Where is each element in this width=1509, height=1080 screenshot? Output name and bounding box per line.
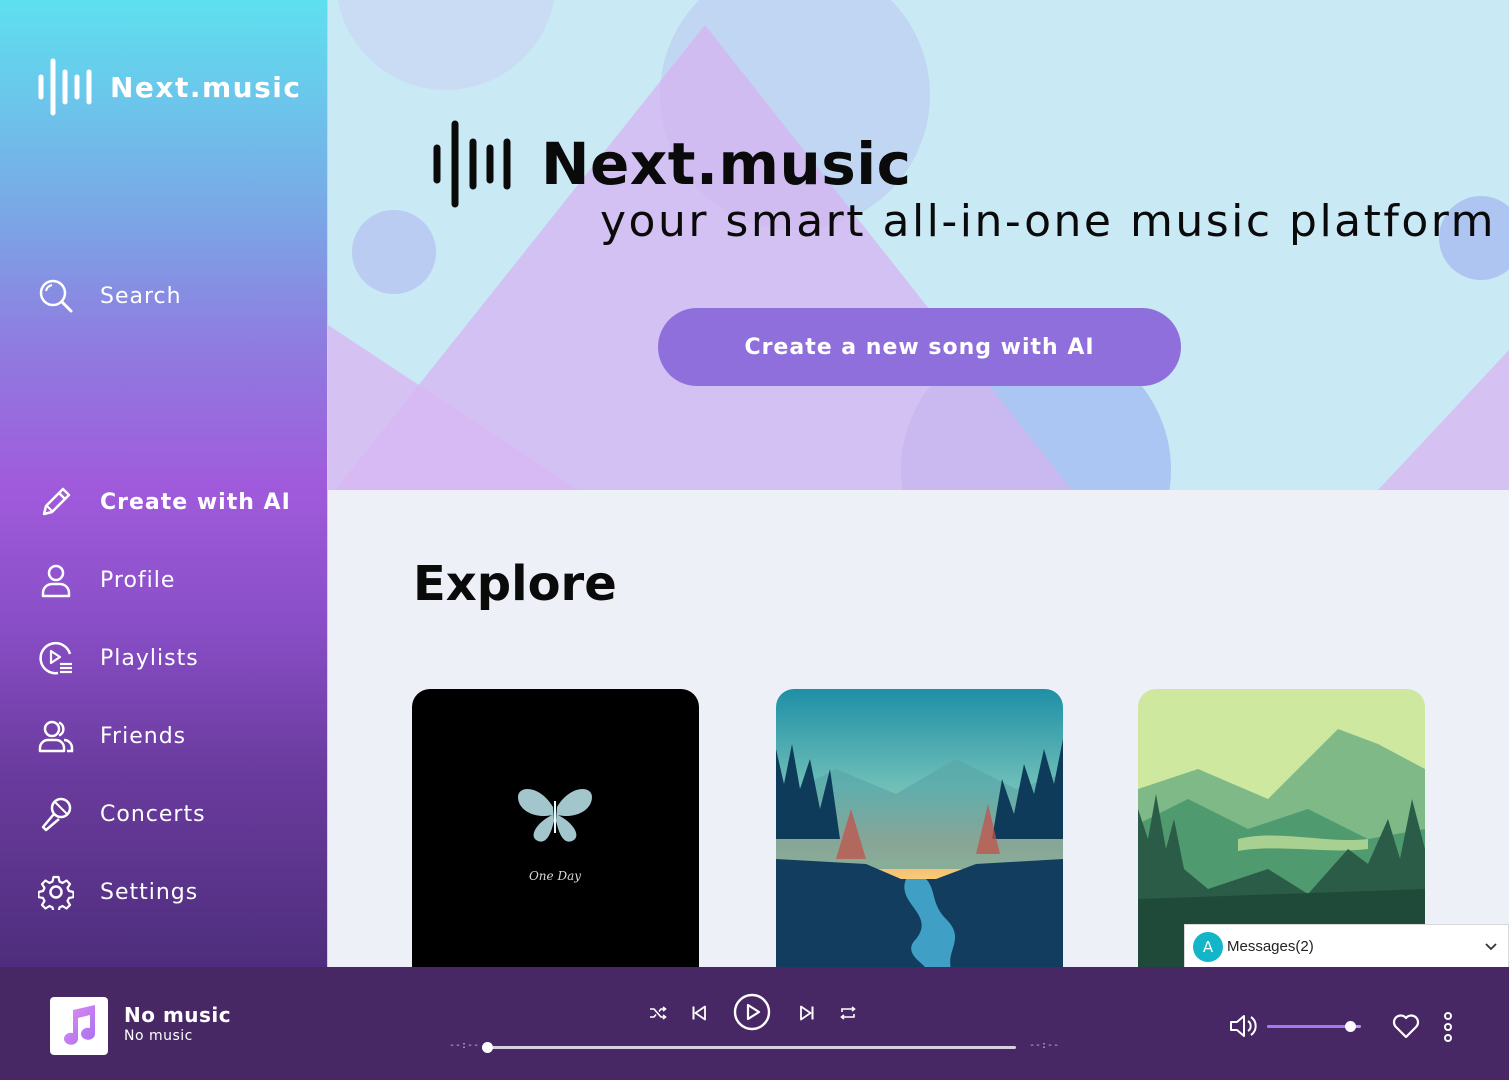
friends-icon xyxy=(38,718,74,754)
hero-brand-name: Next.music xyxy=(541,130,912,198)
sidebar-item-label: Concerts xyxy=(100,801,206,827)
heart-icon xyxy=(1392,1014,1420,1039)
sidebar-item-friends[interactable]: Friends xyxy=(38,718,186,754)
track-artist: No music xyxy=(124,1028,193,1044)
shuffle-button[interactable] xyxy=(648,1003,668,1023)
messages-label: Messages(2) xyxy=(1227,938,1314,955)
volume-icon xyxy=(1230,1015,1257,1037)
sidebar-item-settings[interactable]: Settings xyxy=(38,874,198,910)
sidebar-item-search[interactable]: Search xyxy=(38,278,182,314)
elapsed-time: --:-- xyxy=(449,1040,480,1051)
sidebar-item-label: Settings xyxy=(100,879,199,905)
album-art-image: One Day xyxy=(412,689,699,969)
explore-title: Explore xyxy=(413,556,617,612)
search-icon xyxy=(38,278,74,314)
waveform-logo-icon xyxy=(38,58,92,116)
duration-time: --:-- xyxy=(1029,1040,1060,1051)
volume-fill xyxy=(1267,1025,1350,1028)
sidebar-item-label: Playlists xyxy=(100,645,199,671)
like-button[interactable] xyxy=(1392,1013,1420,1039)
sidebar-item-label: Create with AI xyxy=(100,489,291,515)
album-art-image xyxy=(776,689,1063,969)
sidebar-item-label: Profile xyxy=(100,567,176,593)
album-art-caption: One Day xyxy=(529,869,581,883)
avatar: A xyxy=(1193,931,1223,962)
progress-knob[interactable] xyxy=(482,1042,493,1053)
create-song-ai-button[interactable]: Create a new song with AI xyxy=(658,308,1181,386)
progress-bar[interactable] xyxy=(482,1042,1016,1053)
sidebar-item-label: Friends xyxy=(100,723,187,749)
hero-tagline: your smart all-in-one music platform xyxy=(600,196,1496,247)
messages-bar[interactable]: A Messages(2) xyxy=(1184,924,1509,969)
explore-card[interactable] xyxy=(776,689,1063,969)
sidebar-item-playlists[interactable]: Playlists xyxy=(38,640,199,676)
music-note-icon xyxy=(64,1005,95,1045)
play-button[interactable] xyxy=(733,993,771,1031)
previous-button[interactable] xyxy=(688,1003,710,1023)
more-options-button[interactable] xyxy=(1440,1012,1456,1042)
volume-knob[interactable] xyxy=(1344,1021,1356,1032)
sidebar: Next.music Search Create with AI Profile… xyxy=(0,0,328,967)
player-bar: No music No music --:-- --:-- xyxy=(0,967,1509,1080)
pencil-icon xyxy=(38,484,74,520)
skip-previous-icon xyxy=(692,1005,706,1021)
more-vertical-icon xyxy=(1444,1012,1452,1042)
next-button[interactable] xyxy=(796,1003,818,1023)
user-icon xyxy=(38,562,74,598)
brand-name: Next.music xyxy=(110,70,302,104)
album-thumbnail xyxy=(50,997,108,1055)
chevron-down-icon[interactable] xyxy=(1484,937,1498,957)
sidebar-item-concerts[interactable]: Concerts xyxy=(38,796,206,832)
repeat-icon xyxy=(840,1006,856,1020)
playlist-icon xyxy=(38,640,74,676)
sidebar-item-create-with-ai[interactable]: Create with AI xyxy=(38,484,291,520)
play-icon xyxy=(733,993,771,1031)
hero-banner: Next.music your smart all-in-one music p… xyxy=(328,0,1509,490)
gear-icon xyxy=(38,874,74,910)
waveform-logo-icon xyxy=(433,120,511,208)
track-title: No music xyxy=(124,1003,232,1027)
hero-brand: Next.music xyxy=(433,120,912,208)
microphone-icon xyxy=(38,796,74,832)
skip-next-icon xyxy=(800,1005,814,1021)
repeat-button[interactable] xyxy=(837,1003,859,1023)
shuffle-icon xyxy=(650,1006,667,1020)
volume-slider[interactable] xyxy=(1267,1021,1361,1032)
explore-card[interactable]: One Day xyxy=(412,689,699,969)
sidebar-brand[interactable]: Next.music xyxy=(38,58,301,116)
volume-button[interactable] xyxy=(1229,1012,1259,1040)
sidebar-item-profile[interactable]: Profile xyxy=(38,562,175,598)
sidebar-item-label: Search xyxy=(100,283,182,309)
